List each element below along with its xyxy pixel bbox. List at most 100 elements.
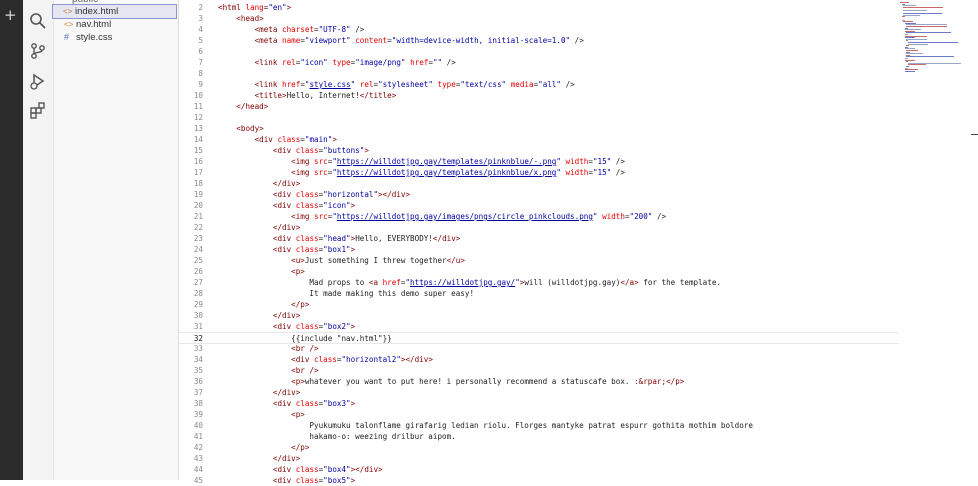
code-token: "main" <box>304 135 333 144</box>
code-text: <div class="box4"></div> <box>218 464 383 475</box>
file-index-html[interactable]: <> index.html <box>52 4 177 19</box>
file-nav-html[interactable]: <> nav.html <box>54 18 178 31</box>
code-token: class <box>314 355 337 364</box>
code-line[interactable]: 3 <head> <box>179 13 899 24</box>
code-line[interactable]: 14 <div class="main"> <box>179 134 899 145</box>
code-line[interactable]: 42 </p> <box>179 442 899 453</box>
code-line[interactable]: 23 <div class="head">Hello, EVERYBODY!</… <box>179 233 899 244</box>
code-line[interactable]: 11 </head> <box>179 101 899 112</box>
code-token: </p> <box>291 300 310 309</box>
code-line[interactable]: 5 <meta name="viewport" content="width=d… <box>179 35 899 46</box>
line-number: 3 <box>198 14 203 23</box>
code-line[interactable]: 7 <link rel="icon" type="image/png" href… <box>179 57 899 68</box>
code-line[interactable]: 22 </div> <box>179 222 899 233</box>
code-line[interactable]: 24 <div class="box1"> <box>179 244 899 255</box>
code-line[interactable]: 6 <box>179 46 899 57</box>
line-number: 2 <box>198 3 203 12</box>
code-token: href <box>410 58 429 67</box>
code-line[interactable]: 43 </div> <box>179 453 899 464</box>
line-number: 19 <box>193 190 203 199</box>
scrollbar-marker[interactable] <box>971 134 978 135</box>
code-token: Mad props to <box>218 278 369 287</box>
code-line[interactable]: 9 <link href="style.css" rel="stylesheet… <box>179 79 899 90</box>
code-line[interactable]: 20 <div class="icon"> <box>179 200 899 211</box>
code-line[interactable]: 29 </p> <box>179 299 899 310</box>
code-line[interactable]: 45 <div class="box5"> <box>179 475 899 486</box>
code-line[interactable]: 25 <u>Just something I threw together</u… <box>179 255 899 266</box>
code-token: Pyukumuku talonflame girafarig ledian ri… <box>218 421 753 430</box>
code-token: "text/css" <box>460 80 507 89</box>
code-line[interactable]: 4 <meta charset="UTF-8" /> <box>179 24 899 35</box>
code-token: "buttons" <box>323 146 365 155</box>
html-file-icon: <> <box>63 7 73 16</box>
code-line[interactable]: 15 <div class="buttons"> <box>179 145 899 156</box>
code-token: <img <box>291 157 315 166</box>
code-line[interactable]: 17 <img src="https://willdotjpg.gay/temp… <box>179 167 899 178</box>
code-line[interactable]: 31 <div class="box2"> <box>179 321 899 332</box>
code-line[interactable]: 13 <body> <box>179 123 899 134</box>
code-line[interactable]: 21 <img src="https://willdotjpg.gay/imag… <box>179 211 899 222</box>
code-token: </p> <box>666 377 685 386</box>
file-name: style.css <box>76 32 113 43</box>
line-number: 17 <box>193 168 203 177</box>
code-line[interactable]: 27 Mad props to <a href="https://willdot… <box>179 277 899 288</box>
code-line[interactable]: 36 <p>whatever you want to put here! i p… <box>179 376 899 387</box>
code-token: ></div> <box>350 465 383 474</box>
code-line[interactable]: 18 </div> <box>179 178 899 189</box>
code-line[interactable]: 37 </div> <box>179 387 899 398</box>
code-token: <div <box>272 234 296 243</box>
code-token: type <box>332 58 351 67</box>
extensions-icon[interactable] <box>29 101 47 119</box>
code-text: <html lang="en"> <box>218 2 291 13</box>
code-line[interactable]: 34 <div class="horizontal2"></div> <box>179 354 899 365</box>
search-icon[interactable] <box>29 12 47 30</box>
code-line[interactable]: 16 <img src="https://willdotjpg.gay/temp… <box>179 156 899 167</box>
code-line[interactable]: 35 <br /> <box>179 365 899 376</box>
code-token: "icon" <box>323 201 351 210</box>
code-line[interactable]: 26 <p> <box>179 266 899 277</box>
code-line[interactable]: 2 <html lang="en"> <box>179 2 899 13</box>
code-token: > <box>332 135 337 144</box>
code-line[interactable]: 41 hakamo-o: weezing drilbur aipom. <box>179 431 899 442</box>
code-line[interactable]: 10 <title>Hello, Internet!</title> <box>179 90 899 101</box>
code-token: <div <box>272 245 296 254</box>
code-token: </div> <box>432 234 461 243</box>
code-token: ></div> <box>378 190 411 199</box>
code-line[interactable]: 39 <p> <box>179 409 899 420</box>
minimap[interactable] <box>900 0 972 80</box>
code-token: class <box>295 476 319 485</box>
code-line[interactable]: 38 <div class="box3"> <box>179 398 899 409</box>
activity-icons <box>23 0 54 480</box>
source-control-icon[interactable] <box>29 42 47 60</box>
code-line[interactable]: 33 <br /> <box>179 343 899 354</box>
run-debug-icon[interactable] <box>29 72 47 90</box>
code-token: class <box>295 146 319 155</box>
code-token: "horizontal" <box>323 190 379 199</box>
code-token: <div <box>272 465 296 474</box>
code-line[interactable]: 8 <box>179 68 899 79</box>
line-number: 33 <box>193 344 203 353</box>
code-line[interactable]: 30 </div> <box>179 310 899 321</box>
code-line[interactable]: 28 It made making this demo super easy! <box>179 288 899 299</box>
minimap-line <box>906 32 952 34</box>
code-line[interactable]: 12 <box>179 112 899 123</box>
plus-icon[interactable]: + <box>4 8 17 23</box>
code-line[interactable]: 44 <div class="box4"></div> <box>179 464 899 475</box>
code-token: hakamo-o: weezing drilbur aipom. <box>218 432 456 441</box>
file-style-css[interactable]: # style.css <box>54 31 178 44</box>
code-token: <img <box>291 168 315 177</box>
minimap-line <box>903 6 943 8</box>
code-token: /> <box>442 58 456 67</box>
code-token: <div <box>291 355 315 364</box>
code-editor[interactable]: 2 <html lang="en"> 3 <head> 4 <meta charset… <box>179 0 978 485</box>
code-line[interactable]: 19 <div class="horizontal"></div> <box>179 189 899 200</box>
line-number: 40 <box>193 421 203 430</box>
code-line[interactable]: 40 Pyukumuku talonflame girafarig ledian… <box>179 420 899 431</box>
code-token: /> <box>652 212 667 221</box>
